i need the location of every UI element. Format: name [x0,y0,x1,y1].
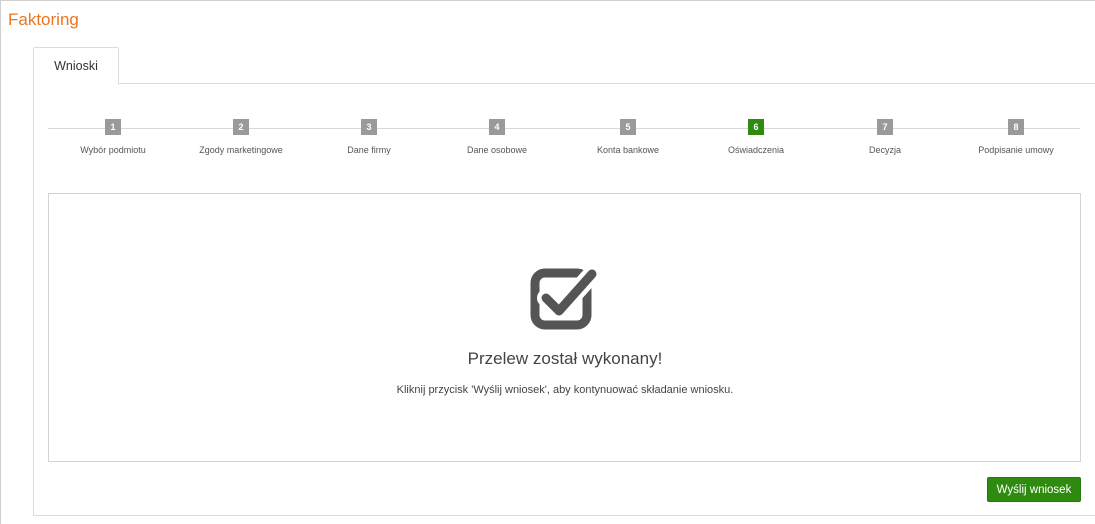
step-label: Podpisanie umowy [978,145,1054,155]
step-6[interactable]: 6 Oświadczenia [686,119,826,155]
step-number: 8 [1008,119,1024,135]
step-label: Oświadczenia [727,145,785,155]
step-label: Wybór podmiotu [80,145,146,155]
checkbox-checked-icon [530,265,601,330]
send-application-button[interactable]: Wyślij wniosek [987,477,1081,502]
step-number: 2 [233,119,249,135]
page-title: Faktoring [8,10,79,29]
step-7[interactable]: 7 Decyzja [815,119,955,155]
confirmation-subtitle: Kliknij przycisk 'Wyślij wniosek', aby k… [396,384,734,396]
step-number: 4 [489,119,505,135]
step-3[interactable]: 3 Dane firmy [299,119,439,155]
step-label: Zgody marketingowe [199,145,283,155]
tab-wnioski[interactable]: Wnioski [33,47,119,85]
step-label: Dane osobowe [466,145,528,155]
step-2[interactable]: 2 Zgody marketingowe [171,119,311,155]
step-label: Konta bankowe [596,145,660,155]
step-label: Dane firmy [347,145,391,155]
step-8[interactable]: 8 Podpisanie umowy [946,119,1086,155]
step-4[interactable]: 4 Dane osobowe [427,119,567,155]
step-number: 5 [620,119,636,135]
step-1[interactable]: 1 Wybór podmiotu [43,119,183,155]
confirmation-title: Przelew został wykonany! [467,349,663,368]
step-number: 1 [105,119,121,135]
step-number: 3 [361,119,377,135]
step-number: 6 [748,119,764,135]
step-label: Decyzja [868,145,901,155]
step-5[interactable]: 5 Konta bankowe [558,119,698,155]
step-number: 7 [877,119,893,135]
